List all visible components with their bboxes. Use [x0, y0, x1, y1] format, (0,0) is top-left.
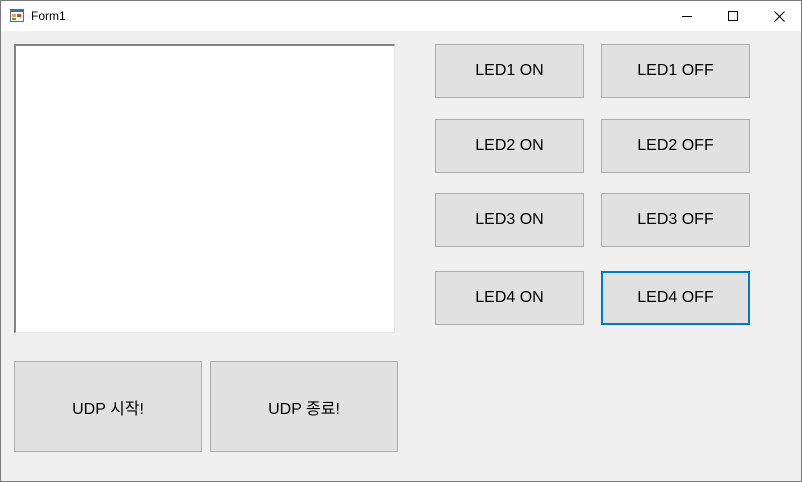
minimize-button[interactable] [664, 1, 710, 31]
udp-start-button[interactable]: UDP 시작! [14, 361, 202, 452]
log-textbox[interactable] [14, 44, 395, 333]
led1-on-button[interactable]: LED1 ON [435, 44, 584, 98]
title-bar[interactable]: Form1 [1, 1, 801, 31]
led3-on-button[interactable]: LED3 ON [435, 193, 584, 247]
led1-off-button[interactable]: LED1 OFF [601, 44, 750, 98]
maximize-button[interactable] [710, 1, 756, 31]
form-app-icon [10, 9, 24, 22]
close-button[interactable] [756, 1, 801, 31]
minimize-icon [682, 11, 692, 21]
udp-stop-button[interactable]: UDP 종료! [210, 361, 398, 452]
led4-off-button[interactable]: LED4 OFF [601, 271, 750, 325]
close-icon [773, 10, 785, 22]
led2-off-button[interactable]: LED2 OFF [601, 119, 750, 173]
led3-off-button[interactable]: LED3 OFF [601, 193, 750, 247]
app-window: Form1 LED1 ON LED1 OFF LED2 ON LED2 OFF … [0, 0, 802, 482]
maximize-icon [728, 11, 738, 21]
window-title: Form1 [31, 9, 66, 23]
led2-on-button[interactable]: LED2 ON [435, 119, 584, 173]
form-client-area: LED1 ON LED1 OFF LED2 ON LED2 OFF LED3 O… [1, 31, 801, 481]
led4-on-button[interactable]: LED4 ON [435, 271, 584, 325]
